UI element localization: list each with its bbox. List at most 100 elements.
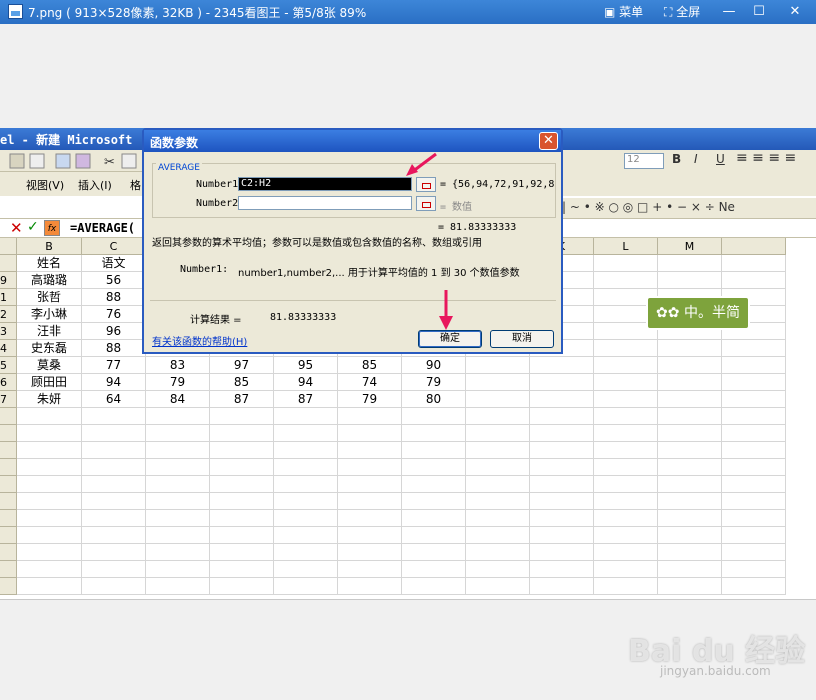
table-cell[interactable] bbox=[466, 374, 530, 391]
table-cell[interactable] bbox=[210, 578, 274, 595]
table-cell[interactable] bbox=[146, 544, 210, 561]
table-cell[interactable] bbox=[466, 527, 530, 544]
table-cell[interactable] bbox=[530, 459, 594, 476]
column-header[interactable]: M bbox=[658, 238, 722, 255]
table-cell[interactable]: 顾田田 bbox=[17, 374, 82, 391]
table-cell[interactable] bbox=[82, 476, 146, 493]
table-cell[interactable] bbox=[338, 442, 402, 459]
table-cell[interactable] bbox=[146, 510, 210, 527]
table-cell[interactable] bbox=[466, 442, 530, 459]
column-header[interactable] bbox=[722, 238, 786, 255]
table-cell[interactable] bbox=[146, 561, 210, 578]
table-cell[interactable] bbox=[338, 459, 402, 476]
table-cell[interactable]: 76 bbox=[82, 306, 146, 323]
table-cell[interactable] bbox=[594, 391, 658, 408]
table-cell[interactable] bbox=[722, 391, 786, 408]
formula-text[interactable]: =AVERAGE( bbox=[70, 221, 135, 235]
fullscreen-button[interactable]: ⛶ 全屏 bbox=[664, 3, 700, 21]
table-cell[interactable] bbox=[402, 493, 466, 510]
table-cell[interactable] bbox=[210, 442, 274, 459]
table-cell[interactable] bbox=[402, 578, 466, 595]
table-cell[interactable] bbox=[658, 578, 722, 595]
table-cell[interactable] bbox=[466, 459, 530, 476]
row-header[interactable]: 5 bbox=[0, 357, 17, 374]
table-cell[interactable] bbox=[658, 493, 722, 510]
table-cell[interactable] bbox=[17, 561, 82, 578]
table-cell[interactable] bbox=[146, 459, 210, 476]
table-cell[interactable] bbox=[17, 425, 82, 442]
table-cell[interactable] bbox=[82, 561, 146, 578]
table-cell[interactable] bbox=[594, 544, 658, 561]
table-cell[interactable] bbox=[658, 527, 722, 544]
number2-collapse-icon[interactable] bbox=[416, 196, 436, 211]
row-header[interactable]: 2 bbox=[0, 306, 17, 323]
table-cell[interactable]: 79 bbox=[146, 374, 210, 391]
table-cell[interactable] bbox=[594, 578, 658, 595]
table-cell[interactable] bbox=[466, 561, 530, 578]
row-header[interactable] bbox=[0, 255, 17, 272]
table-cell[interactable]: 64 bbox=[82, 391, 146, 408]
table-cell[interactable] bbox=[402, 425, 466, 442]
table-cell[interactable] bbox=[274, 425, 338, 442]
table-cell[interactable]: 朱妍 bbox=[17, 391, 82, 408]
table-cell[interactable] bbox=[658, 561, 722, 578]
row-header[interactable] bbox=[0, 425, 17, 442]
table-cell[interactable] bbox=[146, 578, 210, 595]
table-cell[interactable] bbox=[722, 425, 786, 442]
table-cell[interactable] bbox=[17, 442, 82, 459]
table-cell[interactable] bbox=[274, 459, 338, 476]
italic-icon[interactable]: I bbox=[694, 152, 698, 166]
table-cell[interactable] bbox=[658, 459, 722, 476]
table-cell[interactable] bbox=[338, 476, 402, 493]
table-cell[interactable] bbox=[530, 561, 594, 578]
number1-input[interactable]: C2:H2 bbox=[238, 177, 412, 191]
table-cell[interactable] bbox=[658, 357, 722, 374]
table-cell[interactable] bbox=[82, 408, 146, 425]
table-cell[interactable]: 77 bbox=[82, 357, 146, 374]
table-cell[interactable] bbox=[146, 476, 210, 493]
table-cell[interactable] bbox=[338, 561, 402, 578]
table-cell[interactable] bbox=[274, 544, 338, 561]
table-cell[interactable] bbox=[338, 408, 402, 425]
cancel-formula-icon[interactable]: ✕ bbox=[10, 219, 23, 237]
column-header[interactable]: C bbox=[82, 238, 146, 255]
table-cell[interactable] bbox=[594, 527, 658, 544]
table-cell[interactable] bbox=[210, 561, 274, 578]
menu-format[interactable]: 格 bbox=[130, 177, 141, 193]
menu-button[interactable]: ▣ 菜单 bbox=[604, 3, 643, 21]
row-header[interactable] bbox=[0, 493, 17, 510]
maximize-button[interactable]: ☐ bbox=[746, 2, 772, 21]
menu-insert[interactable]: 插入(I) bbox=[78, 177, 112, 193]
table-cell[interactable] bbox=[466, 544, 530, 561]
row-header[interactable]: 6 bbox=[0, 374, 17, 391]
row-header[interactable] bbox=[0, 544, 17, 561]
table-cell[interactable] bbox=[530, 510, 594, 527]
table-cell[interactable] bbox=[402, 561, 466, 578]
table-cell[interactable] bbox=[82, 459, 146, 476]
bold-icon[interactable]: B bbox=[672, 152, 681, 166]
row-header[interactable] bbox=[0, 459, 17, 476]
accept-formula-icon[interactable]: ✓ bbox=[27, 219, 39, 235]
table-cell[interactable] bbox=[402, 408, 466, 425]
table-cell[interactable]: 95 bbox=[274, 357, 338, 374]
table-cell[interactable] bbox=[210, 544, 274, 561]
table-cell[interactable] bbox=[146, 527, 210, 544]
table-cell[interactable] bbox=[17, 544, 82, 561]
table-cell[interactable] bbox=[274, 527, 338, 544]
row-header[interactable] bbox=[0, 408, 17, 425]
table-cell[interactable] bbox=[466, 578, 530, 595]
table-cell[interactable] bbox=[658, 255, 722, 272]
table-cell[interactable] bbox=[82, 578, 146, 595]
table-cell[interactable] bbox=[594, 493, 658, 510]
ok-button[interactable]: 确定 bbox=[418, 330, 482, 348]
table-cell[interactable]: 83 bbox=[146, 357, 210, 374]
table-cell[interactable] bbox=[722, 272, 786, 289]
number1-collapse-icon[interactable] bbox=[416, 177, 436, 192]
table-cell[interactable] bbox=[722, 578, 786, 595]
table-cell[interactable] bbox=[146, 408, 210, 425]
number2-input[interactable] bbox=[238, 196, 412, 210]
table-cell[interactable] bbox=[530, 544, 594, 561]
table-cell[interactable]: 79 bbox=[338, 391, 402, 408]
table-cell[interactable] bbox=[274, 493, 338, 510]
table-cell[interactable] bbox=[722, 408, 786, 425]
